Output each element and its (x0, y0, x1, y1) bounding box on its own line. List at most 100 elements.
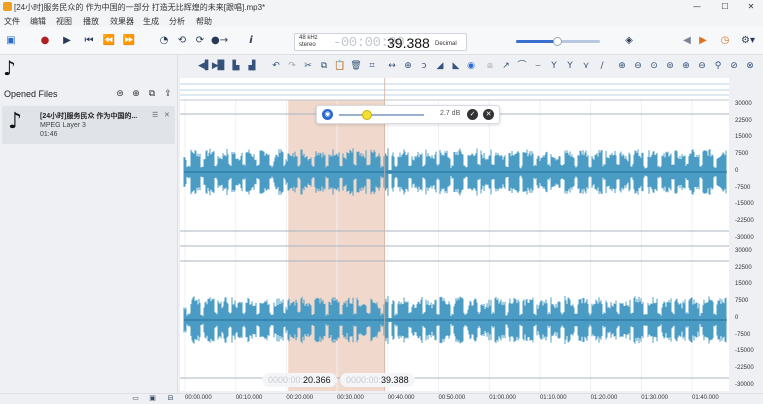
copy-audio-icon[interactable]: ⧉ (318, 60, 330, 72)
curve-icon[interactable]: ⌒ (516, 60, 528, 72)
pitch-view-icon[interactable]: ▟ (246, 60, 258, 72)
waveform-canvas[interactable] (180, 78, 729, 391)
fade-in-icon[interactable]: ◢ (434, 60, 446, 72)
selection-start[interactable]: 0000:00:20.366 (262, 373, 337, 387)
redo-icon[interactable]: ↷ (286, 60, 298, 72)
spectral-view-icon[interactable]: ▐▌ (214, 60, 228, 72)
distort-icon[interactable]: ∕ (596, 60, 608, 72)
menu-file[interactable]: 文件 (4, 16, 20, 27)
snapshot-icon[interactable]: ◈ (622, 34, 636, 48)
y-tick-label: 15000 (735, 281, 752, 288)
sidebar-toggle-icon[interactable]: ▣ (4, 34, 18, 48)
close-icon[interactable]: ✕ (743, 1, 759, 13)
reverse-icon[interactable]: ↄ (418, 60, 430, 72)
skip-start-icon[interactable]: ⏮ (82, 34, 96, 48)
amplify-icon[interactable]: ↗ (500, 60, 512, 72)
menu-play[interactable]: 播放 (83, 16, 99, 27)
app-icon (3, 2, 12, 11)
gain-slider[interactable] (339, 114, 424, 116)
file-list-item[interactable]: ♪ [24小时]服务民众 作为中国的... MPEG Layer 3 01:46… (2, 106, 175, 144)
maximize-icon[interactable]: ☐ (717, 1, 733, 13)
gain-knob[interactable] (362, 110, 372, 120)
file-close-icon[interactable]: ✕ (164, 111, 170, 119)
menu-edit[interactable]: 编辑 (30, 16, 46, 27)
zoom-selection-icon[interactable]: ⊙ (648, 60, 660, 72)
split-icon[interactable]: ⊕ (402, 60, 414, 72)
zoom-in-icon[interactable]: ⊕ (616, 60, 628, 72)
menu-analyze[interactable]: 分析 (169, 16, 185, 27)
paste-icon[interactable]: 📋 (334, 60, 346, 72)
envelope-icon[interactable]: ⋎ (580, 60, 592, 72)
silence-icon[interactable]: ⧈ (484, 60, 496, 72)
time-value: 39.388 (387, 35, 430, 51)
marker-icon[interactable]: ⚲ (712, 60, 724, 72)
copy-icon[interactable]: ⧉ (146, 88, 158, 100)
ruler-icon[interactable]: ⊟ (166, 394, 175, 402)
export-icon[interactable]: ⇪ (162, 88, 174, 100)
fast-forward-icon[interactable]: ⏩ (122, 34, 136, 48)
back-icon[interactable]: ◀ (680, 34, 694, 48)
loop-icon[interactable]: ⟲ (175, 34, 189, 48)
menu-view[interactable]: 视图 (56, 16, 72, 27)
x-tick-label: 01:00.000 (489, 395, 516, 401)
zoom-v-out-icon[interactable]: ⊖ (696, 60, 708, 72)
bars-view-icon[interactable]: ▙ (230, 60, 242, 72)
zoom-v-in-icon[interactable]: ⊕ (680, 60, 692, 72)
record-icon[interactable]: ● (38, 34, 52, 48)
y-tick-label: -15000 (735, 348, 754, 355)
x-tick-label: 00:00.000 (185, 395, 212, 401)
volume-knob[interactable] (553, 37, 562, 46)
settings-icon[interactable]: ⚙▾ (738, 34, 758, 48)
menu-help[interactable]: 帮助 (196, 16, 212, 27)
normalize-icon[interactable]: ◉ (465, 60, 477, 72)
gain-mode-icon[interactable]: ◉ (322, 109, 333, 120)
x-tick-label: 00:10.000 (235, 395, 263, 401)
zoom-out-icon[interactable]: ⊖ (632, 60, 644, 72)
waveform-view-icon[interactable]: ◀▌▶ (198, 60, 219, 72)
info-icon[interactable]: i (244, 34, 258, 48)
menu-generate[interactable]: 生成 (143, 16, 159, 27)
file-menu-icon[interactable]: ☰ (152, 111, 158, 119)
history-icon[interactable]: ◷ (718, 34, 732, 48)
rewind-icon[interactable]: ⏪ (102, 34, 116, 48)
repeat-icon[interactable]: ⟳ (193, 34, 207, 48)
crop-icon[interactable]: ⌗ (366, 60, 378, 72)
x-tick-label: 00:50.000 (438, 395, 466, 401)
channel-waveform (183, 148, 727, 196)
time-display[interactable]: 48 kHz stereo -00:00:00: 39.388 Decimal (294, 33, 467, 51)
speed-icon[interactable]: ◔ (157, 34, 171, 48)
follow-icon[interactable]: ●→ (211, 34, 228, 48)
layout-icon[interactable]: ▣ (148, 394, 157, 402)
view-mode-icon[interactable]: ▭ (131, 394, 140, 402)
edit-toolbar: ◀▌▶ ▐▌ ▙ ▟ ↶ ↷ ✂ ⧉ 📋 🗑 ⌗ ↔ ⊕ ↄ ◢ ◣ ◉ ⧈ ↗… (180, 55, 763, 77)
play-icon[interactable]: ▶ (60, 34, 74, 48)
link-icon[interactable]: ⊗ (744, 60, 756, 72)
fade-out-icon[interactable]: ◣ (450, 60, 462, 72)
pitch-down-icon[interactable]: Y (564, 60, 576, 72)
y-tick-label: 0 (735, 314, 739, 321)
pitch-up-icon[interactable]: Y (548, 60, 560, 72)
y-tick-label: 7500 (735, 298, 749, 305)
cut-icon[interactable]: ✂ (302, 60, 314, 72)
forward-icon[interactable]: ▶ (696, 34, 710, 48)
selection-end-value: 39.388 (381, 375, 409, 385)
gain-popup[interactable]: ◉ 2.7 dB ✓ ✕ (316, 105, 500, 124)
delete-icon[interactable]: 🗑 (350, 60, 362, 72)
filter-icon[interactable]: ⊜ (114, 88, 126, 100)
confirm-icon[interactable]: ✓ (467, 109, 478, 120)
bend-icon[interactable]: ⌣ (532, 60, 544, 72)
waveform-editor[interactable] (180, 78, 729, 391)
zoom-fit-icon[interactable]: ⊚ (664, 60, 676, 72)
selection-start-dim: 0000:00: (268, 375, 304, 385)
minimize-icon[interactable]: — (689, 1, 705, 13)
undo-icon[interactable]: ↶ (270, 60, 282, 72)
trim-icon[interactable]: ↔ (386, 60, 398, 72)
tag-icon[interactable]: ⊘ (728, 60, 740, 72)
cancel-icon[interactable]: ✕ (483, 109, 494, 120)
add-file-icon[interactable]: ⊕ (130, 88, 142, 100)
selection-start-value: 20.366 (303, 375, 331, 385)
selection-end[interactable]: 0000:00:39.388 (340, 373, 415, 387)
menu-effects[interactable]: 效果器 (110, 16, 134, 27)
window-title: [24小时]服务民众的 作为中国的一部分 打造无比辉煌的未来[跟唱].mp3* (14, 3, 266, 12)
x-tick-label: 01:10.000 (539, 395, 567, 401)
